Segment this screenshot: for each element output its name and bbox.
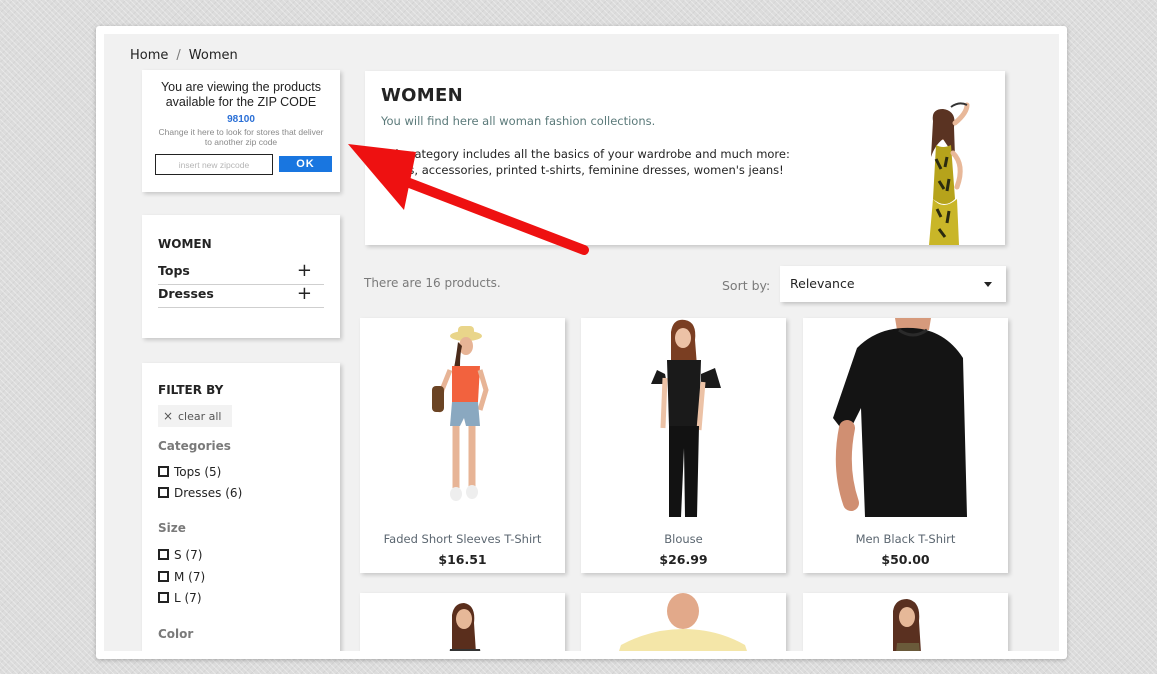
category-subtitle: You will find here all woman fashion col… <box>381 114 656 128</box>
checkbox[interactable] <box>158 592 169 603</box>
product-photo-woman-dark-top <box>449 603 481 651</box>
product-card[interactable]: Blouse $26.99 <box>581 318 786 573</box>
filter-panel: FILTER BY × clear all Categories Tops (5)… <box>142 363 340 651</box>
filter-title: FILTER BY <box>158 383 224 397</box>
sort-selected-value[interactable]: Relevance <box>790 276 855 291</box>
product-photo-man-yellow-tshirt <box>619 593 747 651</box>
category-description-line: shoes, accessories, printed t-shirts, fe… <box>381 163 784 177</box>
product-price: $50.00 <box>881 552 930 567</box>
sort-label: Sort by: <box>722 278 771 293</box>
product-card[interactable]: Men Black T-Shirt $50.00 <box>803 318 1008 573</box>
expand-plus-icon[interactable]: + <box>297 260 312 281</box>
category-item-label[interactable]: Tops <box>158 263 190 278</box>
product-card[interactable] <box>581 593 786 651</box>
filter-option-label[interactable]: Tops (5) <box>174 465 221 479</box>
product-count: There are 16 products. <box>364 276 501 290</box>
product-image[interactable] <box>803 318 1008 517</box>
sort-select[interactable]: Relevance <box>780 266 1006 302</box>
zip-form: OK <box>155 154 333 175</box>
checkbox[interactable] <box>158 466 169 477</box>
filter-option-label[interactable]: Dresses (6) <box>174 486 242 500</box>
product-photo-woman-black-blouse <box>651 319 721 517</box>
filter-option-label[interactable]: M (7) <box>174 570 205 584</box>
product-photo-woman-red-top <box>432 326 489 501</box>
product-price: $16.51 <box>438 552 487 567</box>
breadcrumb-home[interactable]: Home <box>130 48 168 63</box>
filter-option-tops[interactable]: Tops (5) <box>158 464 221 480</box>
checkbox[interactable] <box>158 571 169 582</box>
product-image[interactable] <box>360 593 565 651</box>
filter-option-size-l[interactable]: L (7) <box>158 590 202 606</box>
product-image[interactable] <box>581 593 786 651</box>
expand-plus-icon[interactable]: + <box>297 283 312 304</box>
checkbox[interactable] <box>158 549 169 560</box>
close-icon[interactable]: × <box>158 405 178 427</box>
filter-option-size-s[interactable]: S (7) <box>158 547 202 563</box>
zip-input[interactable] <box>155 154 273 175</box>
product-card[interactable] <box>803 593 1008 651</box>
screenshot-frame: Home / Women You are viewing the products … <box>96 26 1067 659</box>
breadcrumb: Home / Women <box>130 48 238 63</box>
product-card[interactable]: Faded Short Sleeves T-Shirt $16.51 <box>360 318 565 573</box>
breadcrumb-separator: / <box>176 48 181 63</box>
category-banner-model-image <box>929 102 970 245</box>
category-tree: WOMEN Tops + Dresses + <box>142 215 340 338</box>
checkbox[interactable] <box>158 487 169 498</box>
filter-option-size-m[interactable]: M (7) <box>158 569 205 585</box>
product-price: $26.99 <box>659 552 708 567</box>
product-image[interactable] <box>581 318 786 517</box>
category-title: WOMEN <box>381 85 463 106</box>
facet-categories-title: Categories <box>158 439 231 453</box>
product-photo-woman-printed-dress <box>893 599 921 651</box>
product-photo-man-black-tshirt <box>833 318 967 517</box>
product-card[interactable] <box>360 593 565 651</box>
product-name[interactable]: Faded Short Sleeves T-Shirt <box>360 532 565 546</box>
facet-color-title: Color <box>158 627 194 641</box>
category-banner: WOMEN You will find here all woman fashi… <box>365 71 1005 245</box>
category-tree-title[interactable]: WOMEN <box>158 237 212 251</box>
category-item-dresses[interactable]: Dresses + <box>158 283 324 308</box>
clear-all-label[interactable]: clear all <box>178 410 221 423</box>
category-description: This category includes all the basics of… <box>381 146 801 178</box>
facet-size-title: Size <box>158 521 186 535</box>
product-image[interactable] <box>360 318 565 517</box>
breadcrumb-current[interactable]: Women <box>189 48 238 63</box>
current-zip-code: 98100 <box>227 114 255 125</box>
zip-hint: Change it here to look for stores that d… <box>158 127 324 147</box>
zip-ok-button[interactable]: OK <box>279 156 332 172</box>
category-item-label[interactable]: Dresses <box>158 286 214 301</box>
zip-code-widget: You are viewing the products available f… <box>142 70 340 192</box>
filter-option-dresses[interactable]: Dresses (6) <box>158 485 242 501</box>
chevron-down-icon[interactable] <box>984 282 992 287</box>
product-image[interactable] <box>803 593 1008 651</box>
clear-all-button[interactable]: × clear all <box>158 405 232 427</box>
store-page: Home / Women You are viewing the products … <box>104 34 1059 651</box>
zip-message: You are viewing the products available f… <box>160 80 322 109</box>
product-name[interactable]: Men Black T-Shirt <box>803 532 1008 546</box>
category-description-line: This category includes all the basics of… <box>381 147 790 161</box>
filter-option-label[interactable]: L (7) <box>174 591 202 605</box>
filter-option-label[interactable]: S (7) <box>174 548 202 562</box>
category-item-tops[interactable]: Tops + <box>158 260 324 285</box>
product-name[interactable]: Blouse <box>581 532 786 546</box>
